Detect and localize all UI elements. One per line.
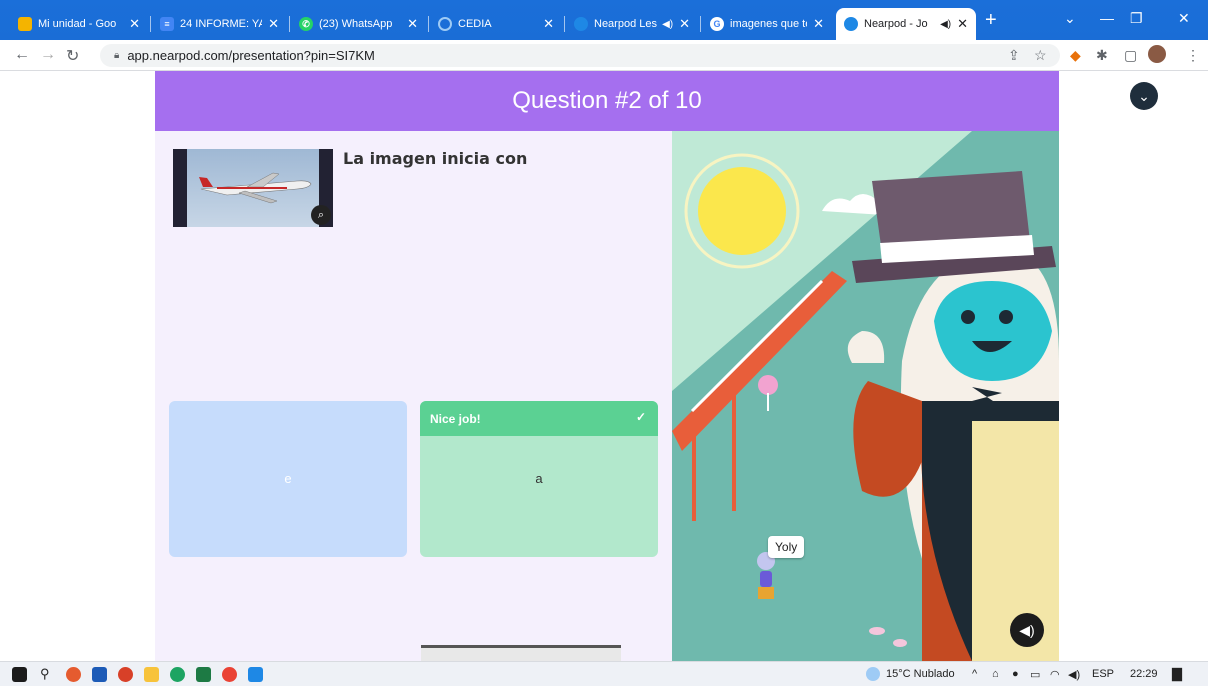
new-tab-button[interactable]: + [985,10,997,30]
close-icon[interactable]: ✕ [957,16,968,32]
loading-spinner-icon [438,17,452,31]
close-icon[interactable]: ✕ [813,16,824,32]
outlook-icon[interactable] [92,667,107,682]
tab-informe[interactable]: ≡ 24 INFORME: YA ✕ [152,8,287,40]
address-bar[interactable]: 🔒︎ app.nearpod.com/presentation?pin=SI7K… [100,44,1060,67]
nearpod-page: Question #2 of 10 ⌄ ⌕ La imagen inicia c… [0,71,1208,661]
nearpod-icon [574,17,588,31]
back-arrow-icon[interactable]: ← [14,46,30,64]
speaker-icon: ◀) [940,18,952,30]
windows-taskbar: ⚲ 15°C Nublado ^ ⌂ ● ▭ ◠ ◀) ESP 22:29 ▇ [0,661,1208,686]
network-icon[interactable]: ⌂ [992,668,999,680]
restore-button[interactable]: ❐ [1130,10,1143,27]
tab-title: 24 INFORME: YA [180,18,263,30]
close-icon[interactable]: ✕ [679,16,690,32]
file-explorer-icon[interactable] [144,667,159,682]
edge-icon[interactable] [248,667,263,682]
tab-cedia[interactable]: CEDIA ✕ [430,8,562,40]
correct-banner: Nice job! ✓ [420,401,658,436]
close-window-button[interactable]: ✕ [1178,10,1190,27]
lock-icon[interactable]: 🔒︎ [114,50,119,61]
battery-icon[interactable]: ▭ [1030,668,1040,681]
tab-title: Mi unidad - Goo [38,18,117,30]
answer-text: e [284,471,292,486]
question-image[interactable]: ⌕ [173,149,333,227]
question-header: Question #2 of 10 [155,71,1059,131]
reload-icon[interactable]: ↻ [66,46,79,66]
tab-imagenes[interactable]: G imagenes que te ✕ [702,8,832,40]
bookmark-star-icon[interactable]: ☆ [1034,47,1047,64]
forward-arrow-icon[interactable]: → [40,46,56,64]
excel-icon[interactable] [196,667,211,682]
microphone-icon[interactable]: ● [1012,668,1019,680]
player-name-tag: Yoly [768,536,805,558]
sound-toggle-icon[interactable]: ◀) [1010,613,1044,647]
extension-icon[interactable]: ◆ [1070,47,1081,64]
tab-title: CEDIA [458,18,492,30]
thumbnail-preview [421,645,621,661]
question-panel: ⌕ La imagen inicia con e Nice job! ✓ a [155,131,672,661]
tab-title: imagenes que te [730,18,808,30]
google-docs-icon: ≡ [160,17,174,31]
tab-nearpod-active[interactable]: Nearpod - Jo ◀) ✕ [836,8,976,40]
weather-text[interactable]: 15°C Nublado [886,668,955,680]
windows-start-icon[interactable] [12,667,27,682]
tab-title: (23) WhatsApp [319,18,393,30]
menu-kebab-icon[interactable]: ⋮ [1186,47,1200,64]
clock-time[interactable]: 22:29 [1130,668,1158,680]
search-icon[interactable]: ⚲ [40,666,50,682]
answer-text: a [535,471,543,486]
notification-icon[interactable]: ▇ [1172,666,1182,682]
language-indicator[interactable]: ESP [1092,668,1114,680]
app-icon[interactable] [118,667,133,682]
question-counter: Question #2 of 10 [512,87,702,114]
nearpod-icon [844,17,858,31]
google-icon: G [710,17,724,31]
chrome-icon[interactable] [170,667,185,682]
game-scene: Yoly ◀) [672,131,1059,661]
share-icon[interactable]: ⇪ [1008,47,1020,64]
puzzle-extensions-icon[interactable]: ✱ [1096,47,1108,64]
minimize-button[interactable]: — [1100,10,1114,26]
tab-title: Nearpod Les [594,18,657,30]
google-drive-icon [18,17,32,31]
side-panel-icon[interactable]: ▢ [1124,47,1137,64]
chevron-down-icon[interactable]: ⌄ [1130,82,1158,110]
profile-avatar[interactable] [1148,45,1166,63]
browser-toolbar: ← → ↻ 🔒︎ app.nearpod.com/presentation?pi… [0,40,1208,71]
airplane-image [199,172,312,204]
close-icon[interactable]: ✕ [268,16,279,32]
tab-nearpod-lesson[interactable]: Nearpod Les ◀) ✕ [566,8,698,40]
browser-tab-strip: Mi unidad - Goo ✕ ≡ 24 INFORME: YA ✕ ✆ (… [0,0,1208,40]
chevron-up-icon[interactable]: ^ [972,668,977,680]
tab-title: Nearpod - Jo [864,18,928,30]
answer-option-a[interactable]: Nice job! ✓ a [420,401,658,557]
chrome-profile-icon[interactable] [222,667,237,682]
checkmark-icon: ✓ [635,410,646,424]
question-text: La imagen inicia con [343,149,528,168]
tab-mi-unidad[interactable]: Mi unidad - Goo ✕ [10,8,148,40]
firefox-icon[interactable] [66,667,81,682]
volume-icon[interactable]: ◀) [1068,668,1080,681]
url-text: app.nearpod.com/presentation?pin=SI7KM [127,48,375,63]
close-icon[interactable]: ✕ [129,16,140,32]
wifi-icon[interactable]: ◠ [1050,668,1060,681]
tab-search-button[interactable]: ⌄ [1064,10,1076,27]
magnify-icon[interactable]: ⌕ [311,205,331,225]
answer-option-e[interactable]: e [169,401,407,557]
close-icon[interactable]: ✕ [407,16,418,32]
whatsapp-icon: ✆ [299,17,313,31]
tab-whatsapp[interactable]: ✆ (23) WhatsApp ✕ [291,8,426,40]
close-icon[interactable]: ✕ [543,16,554,32]
weather-cloud-icon[interactable] [866,667,880,681]
speaker-icon: ◀) [662,18,674,30]
correct-label: Nice job! [430,411,481,426]
amusement-park-illustration [672,131,1059,661]
